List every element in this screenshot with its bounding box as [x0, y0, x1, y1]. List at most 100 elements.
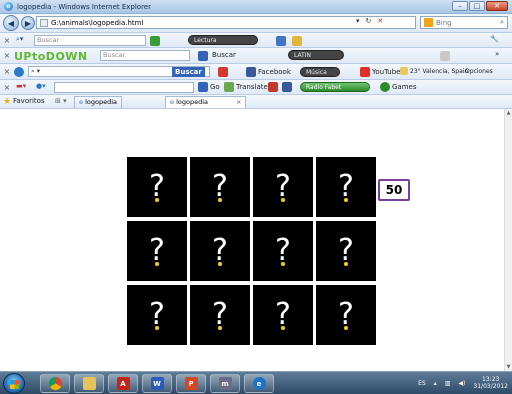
quick-tabs-icon[interactable]: ⊞ ▾ [55, 97, 67, 105]
games-link[interactable]: Games [392, 83, 417, 91]
uptodown-logo: UPtoDOWN [14, 50, 88, 63]
radio-player[interactable]: Radio Fabet [300, 82, 370, 92]
search-icon[interactable]: ⌕ [500, 18, 504, 27]
toolbar-1: × ⌕▾ Buscar Lectura 🔧 [0, 33, 512, 48]
favorites-button[interactable]: Favoritos [13, 97, 45, 105]
memory-card-grid: ???????????? [127, 157, 376, 345]
toolbar-4: × ▬▾ ●▾ Go Translate Radio Fabet Games [0, 80, 512, 95]
question-dot-icon [218, 326, 222, 330]
minimize-button[interactable]: – [452, 1, 468, 11]
doc-icon[interactable] [440, 51, 450, 61]
toolbar-close-icon[interactable]: × [2, 51, 12, 60]
go-icon[interactable] [198, 51, 208, 61]
translate-button[interactable]: Translate [236, 83, 268, 91]
question-dot-icon [344, 262, 348, 266]
scroll-down-icon: ▼ [506, 364, 511, 370]
musica-player[interactable]: Música [300, 67, 340, 77]
address-url: G:\animals\logopedia.html [51, 18, 144, 27]
favorites-bar: ★ Favoritos ⊞ ▾ e logopedia e logopedia × [0, 95, 512, 109]
memory-card[interactable]: ? [190, 285, 250, 345]
toolbar3-badge-icon[interactable] [218, 67, 228, 77]
question-dot-icon [344, 326, 348, 330]
toolbar1-search-input[interactable]: Buscar [34, 35, 146, 46]
network-icon[interactable]: ▥ [445, 380, 451, 387]
flag-icon[interactable]: ▬▾ [16, 82, 26, 90]
toolbar2-buscar[interactable]: Buscar [212, 51, 236, 59]
toolbar2-search-input[interactable]: Buscar [100, 50, 190, 61]
taskbar-acrobat[interactable]: A [108, 374, 138, 393]
question-dot-icon [218, 198, 222, 202]
favorites-star-icon[interactable]: ★ [3, 97, 11, 107]
close-button[interactable]: ✕ [486, 1, 508, 11]
tools-wrench-icon[interactable]: 🔧 [490, 35, 499, 43]
window-titlebar: e logopedia - Windows Internet Explorer … [0, 0, 512, 14]
question-dot-icon [155, 198, 159, 202]
memory-card[interactable]: ? [127, 221, 187, 281]
youtube-small-icon[interactable] [268, 82, 278, 92]
facebook-link[interactable]: Facebook [258, 68, 291, 76]
memory-card[interactable]: ? [127, 285, 187, 345]
tab-close-icon: × [236, 98, 242, 106]
toolbar-close-icon[interactable]: × [2, 67, 12, 76]
opciones-menu[interactable]: Opciones [465, 68, 493, 75]
search-icon: ⌕▾ [16, 35, 24, 43]
tab-logopedia-2[interactable]: e logopedia × [165, 96, 247, 108]
green-toolbar-icon[interactable] [150, 36, 160, 46]
facebook-small-icon[interactable] [282, 82, 292, 92]
scroll-up-icon: ▲ [506, 110, 511, 116]
toolbar1-pill[interactable]: Lectura [188, 35, 258, 45]
memory-card[interactable]: ? [253, 157, 313, 217]
back-arrow-icon[interactable]: ◀ [3, 15, 19, 31]
memory-card[interactable]: ? [253, 221, 313, 281]
youtube-icon [360, 67, 370, 77]
question-dot-icon [218, 262, 222, 266]
forward-arrow-icon[interactable]: ▶ [21, 16, 35, 30]
taskbar-ie[interactable]: e [244, 374, 274, 393]
toolbar3-buscar-button[interactable]: Buscar [172, 67, 205, 77]
window-toolbar-icon[interactable] [276, 36, 286, 46]
toolbar-2: × UPtoDOWN Buscar Buscar LATIN » [0, 48, 512, 64]
memory-card[interactable]: ? [316, 157, 376, 217]
memory-card[interactable]: ? [253, 285, 313, 345]
volume-icon[interactable]: ◀) [458, 380, 465, 387]
clock[interactable]: 13:23 31/03/2012 [473, 376, 508, 390]
vertical-scrollbar[interactable]: ▲ ▼ [504, 109, 512, 371]
maximize-button[interactable]: □ [469, 1, 485, 11]
toolbar4-search-input[interactable] [54, 82, 194, 93]
toolbar-close-icon[interactable]: × [2, 83, 12, 92]
weather-icon [400, 67, 408, 75]
start-button[interactable] [3, 373, 25, 394]
toolbar-close-icon[interactable]: × [2, 36, 12, 45]
memory-card[interactable]: ? [127, 157, 187, 217]
bing-search-input[interactable]: Bing ⌕ [420, 16, 508, 29]
address-bar-row: ◀ ▶ G:\animals\logopedia.html ▾ ↻ ✕ Bing… [0, 14, 512, 33]
system-tray: ES ▴ ▥ ◀) 13:23 31/03/2012 [418, 376, 508, 390]
question-dot-icon [155, 262, 159, 266]
folder-toolbar-icon[interactable] [292, 36, 302, 46]
taskbar-powerpoint[interactable]: P [176, 374, 206, 393]
memory-card[interactable]: ? [190, 157, 250, 217]
question-dot-icon [155, 326, 159, 330]
tab-logopedia-1[interactable]: e logopedia [74, 96, 123, 108]
taskbar-image-app[interactable]: m [210, 374, 240, 393]
memory-card[interactable]: ? [190, 221, 250, 281]
memory-card[interactable]: ? [316, 285, 376, 345]
taskbar-chrome[interactable] [40, 374, 70, 393]
toolbar2-pill[interactable]: LATIN [288, 50, 344, 60]
go-button[interactable]: Go [210, 83, 220, 91]
toolbar3-logo-icon [14, 67, 24, 77]
go-arrow-icon[interactable] [198, 82, 208, 92]
language-indicator[interactable]: ES [418, 380, 426, 387]
stop-icon[interactable]: ✕ [377, 17, 383, 25]
dropdown-icon[interactable]: ▾ [356, 17, 360, 25]
windows-taskbar: A W P m e ES ▴ ▥ ◀) 13:23 31/03/2012 [0, 371, 512, 394]
taskbar-explorer[interactable] [74, 374, 104, 393]
refresh-icon[interactable]: ↻ [366, 17, 372, 25]
translate-icon [224, 82, 234, 92]
memory-card[interactable]: ? [316, 221, 376, 281]
weather-readout[interactable]: 23° Valencia, Spain [410, 68, 468, 75]
more-chevron-icon[interactable]: » [495, 50, 499, 58]
tray-arrow-icon[interactable]: ▴ [434, 380, 437, 387]
taskbar-word[interactable]: W [142, 374, 172, 393]
youtube-link[interactable]: YouTube [372, 68, 400, 76]
